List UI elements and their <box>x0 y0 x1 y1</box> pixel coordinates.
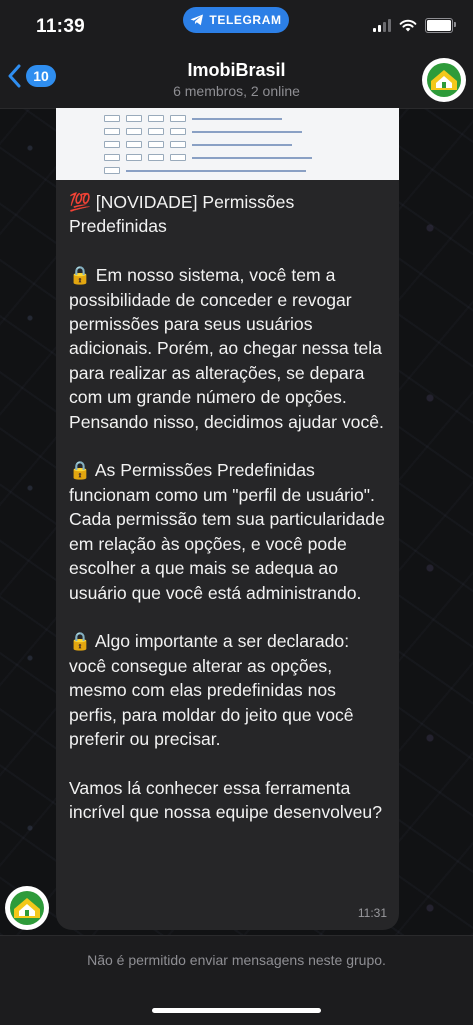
cellular-signal-icon <box>373 19 391 32</box>
imobibrasil-logo-icon <box>427 63 461 97</box>
group-avatar[interactable] <box>422 58 466 102</box>
status-icons <box>373 18 456 33</box>
bottom-bar: Não é permitido enviar mensagens neste g… <box>0 935 473 1025</box>
chat-subtitle: 6 membros, 2 online <box>173 83 300 99</box>
message-text: 💯 [NOVIDADE] Permissões Predefinidas 🔒 E… <box>69 192 385 823</box>
chat-title[interactable]: ImobiBrasil <box>0 60 473 81</box>
imobibrasil-logo-icon <box>10 891 44 925</box>
home-indicator[interactable] <box>152 1008 321 1013</box>
message-time: 11:31 <box>357 906 387 920</box>
wifi-icon <box>399 19 417 32</box>
message-bubble[interactable]: 💯 [NOVIDADE] Permissões Predefinidas 🔒 E… <box>56 108 399 930</box>
image-preview[interactable] <box>56 108 399 180</box>
telegram-pill[interactable]: TELEGRAM <box>183 7 289 33</box>
chat-header: 10 ImobiBrasil 6 membros, 2 online <box>0 50 473 109</box>
permissions-table-thumbnail <box>104 108 354 177</box>
status-time: 11:39 <box>36 16 86 37</box>
telegram-pill-label: TELEGRAM <box>209 13 282 27</box>
sender-avatar[interactable] <box>5 886 49 930</box>
no-messages-notice: Não é permitido enviar mensagens neste g… <box>87 952 386 968</box>
telegram-icon <box>190 14 204 26</box>
battery-icon <box>425 18 456 33</box>
status-bar: 11:39 TELEGRAM <box>0 0 473 50</box>
